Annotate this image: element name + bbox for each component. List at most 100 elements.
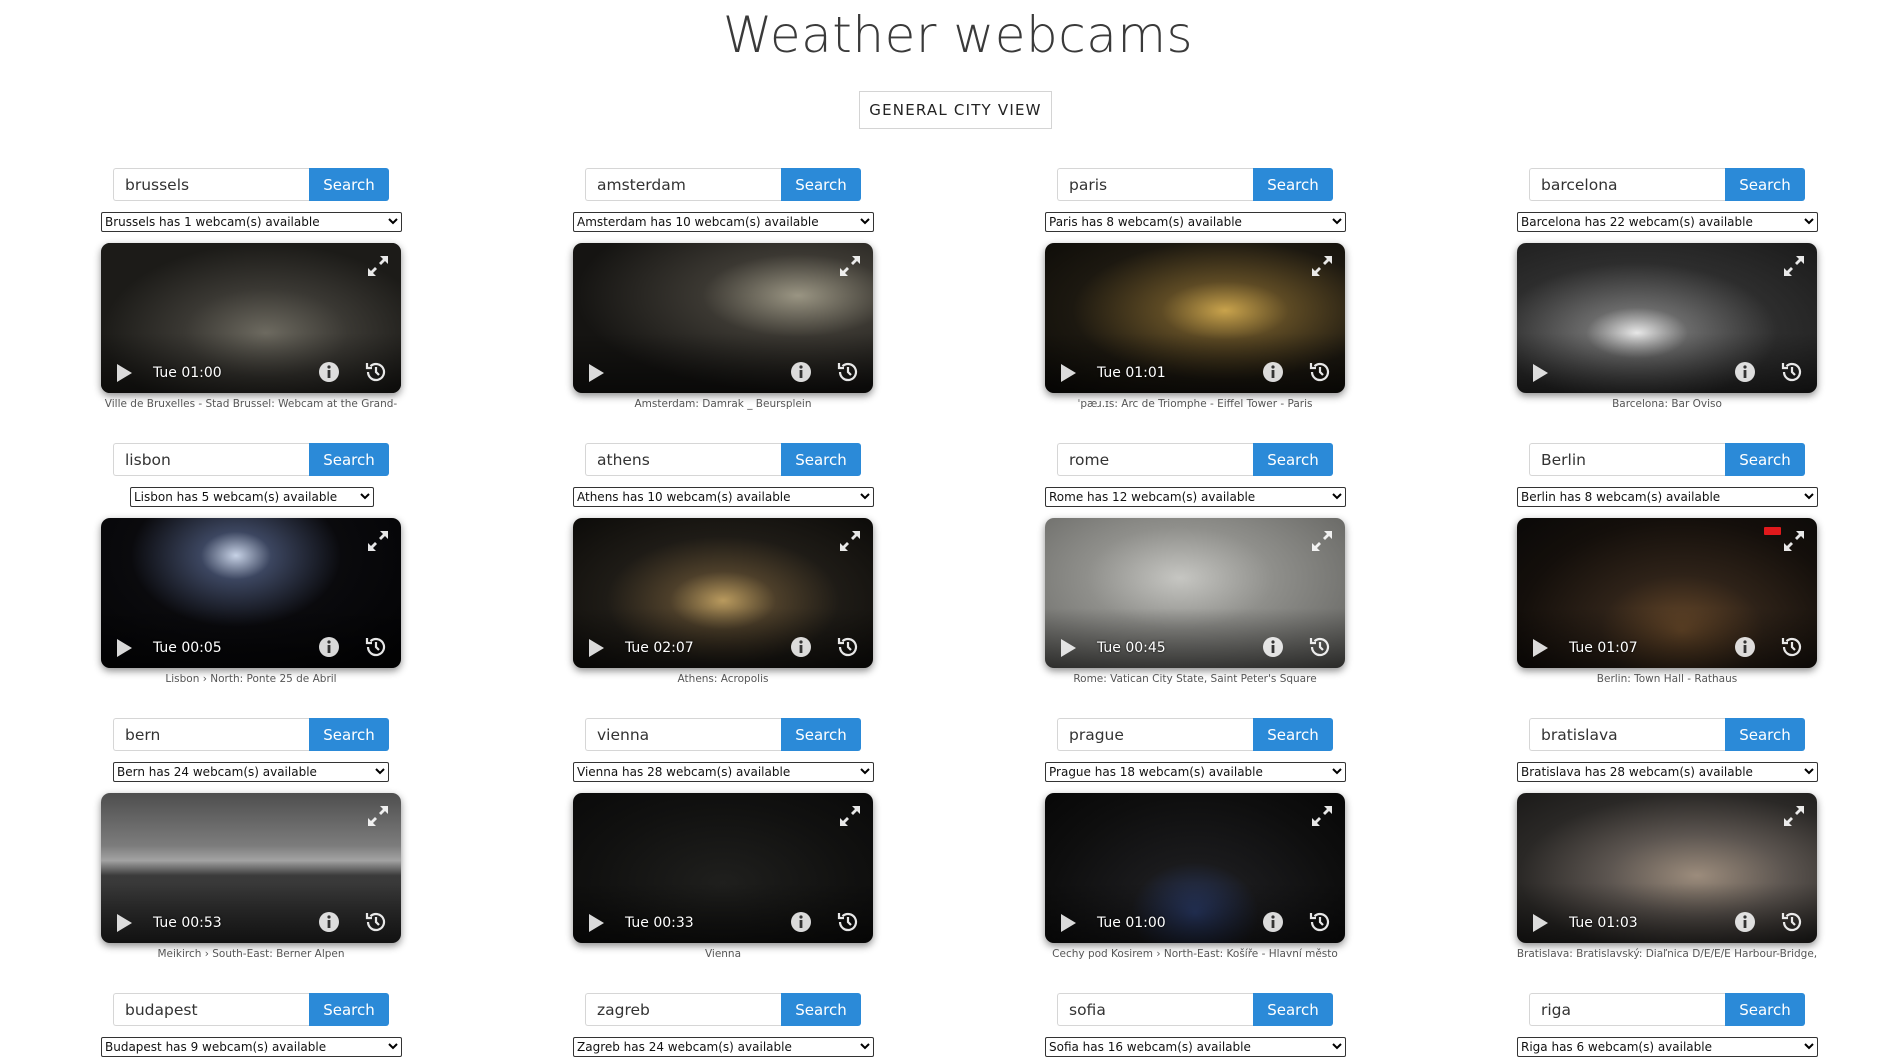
history-icon[interactable] [1779,909,1805,935]
play-icon[interactable] [114,638,134,658]
info-icon[interactable] [1262,911,1284,933]
webcam-select[interactable]: Sofia has 16 webcam(s) available [1045,1037,1346,1057]
play-icon[interactable] [586,913,606,933]
city-search-input[interactable] [1529,168,1725,201]
webcam-select[interactable]: Berlin has 8 webcam(s) available [1517,487,1818,507]
search-button[interactable]: Search [1725,168,1805,201]
play-icon[interactable] [114,363,134,383]
info-icon[interactable] [318,361,340,383]
search-button[interactable]: Search [1725,443,1805,476]
webcam-select[interactable]: Lisbon has 5 webcam(s) available [130,487,374,507]
webcam-select[interactable]: Prague has 18 webcam(s) available [1045,762,1346,782]
webcam-select[interactable]: Barcelona has 22 webcam(s) available [1517,212,1818,232]
webcam-player[interactable]: Tue 01:01 [1045,243,1345,393]
search-button[interactable]: Search [309,718,389,751]
webcam-player[interactable]: Tue 02:07 [573,518,873,668]
webcam-select[interactable]: Bern has 24 webcam(s) available [113,762,389,782]
expand-icon[interactable] [1310,529,1334,553]
webcam-player[interactable]: Tue 01:00 [101,243,401,393]
general-city-view-button[interactable]: GENERAL CITY VIEW [859,91,1052,129]
city-search-input[interactable] [113,443,309,476]
webcam-select[interactable]: Bratislava has 28 webcam(s) available [1517,762,1818,782]
expand-icon[interactable] [1782,254,1806,278]
search-button[interactable]: Search [1725,718,1805,751]
search-button[interactable]: Search [309,993,389,1026]
search-button[interactable]: Search [1253,993,1333,1026]
city-search-input[interactable] [585,443,781,476]
info-icon[interactable] [1734,636,1756,658]
search-button[interactable]: Search [781,443,861,476]
search-button[interactable]: Search [1253,443,1333,476]
expand-icon[interactable] [1782,529,1806,553]
info-icon[interactable] [1262,636,1284,658]
webcam-player[interactable]: Tue 01:00 [1045,793,1345,943]
play-icon[interactable] [1530,363,1550,383]
history-icon[interactable] [1779,359,1805,385]
play-icon[interactable] [586,363,606,383]
play-icon[interactable] [1530,913,1550,933]
webcam-player[interactable]: Tue 00:33 [573,793,873,943]
webcam-select[interactable]: Athens has 10 webcam(s) available [573,487,874,507]
city-search-input[interactable] [585,718,781,751]
webcam-select[interactable]: Vienna has 28 webcam(s) available [573,762,874,782]
webcam-select[interactable]: Paris has 8 webcam(s) available [1045,212,1346,232]
city-search-input[interactable] [1057,168,1253,201]
play-icon[interactable] [586,638,606,658]
play-icon[interactable] [1058,913,1078,933]
webcam-select[interactable]: Amsterdam has 10 webcam(s) available [573,212,874,232]
city-search-input[interactable] [1057,993,1253,1026]
city-search-input[interactable] [1529,718,1725,751]
city-search-input[interactable] [1529,443,1725,476]
city-search-input[interactable] [1529,993,1725,1026]
expand-icon[interactable] [1782,804,1806,828]
city-search-input[interactable] [1057,718,1253,751]
search-button[interactable]: Search [781,718,861,751]
webcam-player[interactable]: Tue 00:05 [101,518,401,668]
search-button[interactable]: Search [309,168,389,201]
expand-icon[interactable] [366,254,390,278]
info-icon[interactable] [790,636,812,658]
search-button[interactable]: Search [781,993,861,1026]
history-icon[interactable] [1307,359,1333,385]
city-search-input[interactable] [585,993,781,1026]
search-button[interactable]: Search [1253,168,1333,201]
history-icon[interactable] [363,909,389,935]
history-icon[interactable] [1307,634,1333,660]
info-icon[interactable] [1734,911,1756,933]
city-search-input[interactable] [113,718,309,751]
history-icon[interactable] [363,634,389,660]
play-icon[interactable] [1530,638,1550,658]
history-icon[interactable] [835,909,861,935]
history-icon[interactable] [1307,909,1333,935]
expand-icon[interactable] [1310,254,1334,278]
expand-icon[interactable] [366,804,390,828]
webcam-select[interactable]: Zagreb has 24 webcam(s) available [573,1037,874,1057]
expand-icon[interactable] [1310,804,1334,828]
search-button[interactable]: Search [309,443,389,476]
webcam-select[interactable]: Budapest has 9 webcam(s) available [101,1037,402,1057]
webcam-player[interactable] [1517,243,1817,393]
search-button[interactable]: Search [1725,993,1805,1026]
play-icon[interactable] [1058,638,1078,658]
webcam-select[interactable]: Rome has 12 webcam(s) available [1045,487,1346,507]
webcam-player[interactable]: Tue 00:45 [1045,518,1345,668]
info-icon[interactable] [790,911,812,933]
history-icon[interactable] [1779,634,1805,660]
webcam-select[interactable]: Riga has 6 webcam(s) available [1517,1037,1818,1057]
city-search-input[interactable] [585,168,781,201]
expand-icon[interactable] [366,529,390,553]
history-icon[interactable] [835,634,861,660]
history-icon[interactable] [363,359,389,385]
expand-icon[interactable] [838,804,862,828]
expand-icon[interactable] [838,254,862,278]
play-icon[interactable] [114,913,134,933]
search-button[interactable]: Search [781,168,861,201]
info-icon[interactable] [1262,361,1284,383]
webcam-player[interactable] [573,243,873,393]
webcam-player[interactable]: Tue 00:53 [101,793,401,943]
city-search-input[interactable] [113,993,309,1026]
city-search-input[interactable] [113,168,309,201]
play-icon[interactable] [1058,363,1078,383]
info-icon[interactable] [790,361,812,383]
info-icon[interactable] [318,636,340,658]
